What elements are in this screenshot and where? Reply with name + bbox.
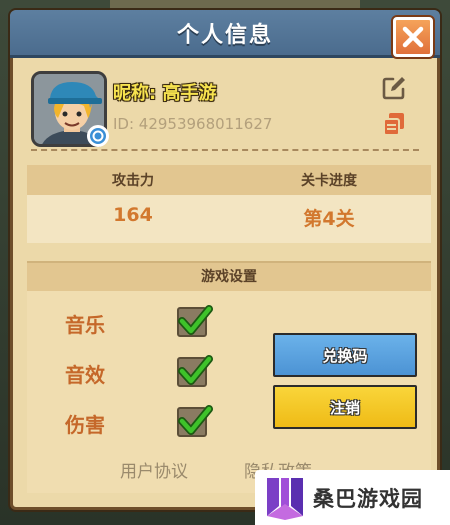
close-button[interactable] xyxy=(393,17,433,57)
sound-effects-label: 音效 xyxy=(65,363,105,387)
watermark: 桑巴游戏园 xyxy=(255,470,450,525)
backdrop-strip xyxy=(110,0,360,10)
progress-value: 第4关 xyxy=(303,208,355,230)
edit-icon[interactable] xyxy=(381,75,407,101)
copy-icon[interactable] xyxy=(381,111,407,137)
avatar-badge-icon xyxy=(87,125,109,147)
close-icon xyxy=(402,26,424,48)
redeem-code-button[interactable]: 兑换码 xyxy=(273,333,417,377)
settings-header: 游戏设置 xyxy=(27,263,431,291)
title-bar: 个人信息 xyxy=(10,10,440,58)
logout-button[interactable]: 注销 xyxy=(273,385,417,429)
watermark-logo-icon xyxy=(267,477,303,520)
attack-label: 攻击力 xyxy=(112,173,154,189)
player-id: ID: 42953968011627 xyxy=(113,115,273,133)
dialog-title: 个人信息 xyxy=(176,22,273,48)
damage-checkbox[interactable] xyxy=(177,405,213,437)
attack-value: 164 xyxy=(113,204,153,226)
settings-panel: 游戏设置 音乐 音效 伤害 兑换码 注销 xyxy=(27,261,431,493)
watermark-text: 桑巴游戏园 xyxy=(313,486,423,511)
music-label: 音乐 xyxy=(65,313,105,337)
checkmark-icon xyxy=(178,405,213,435)
section-divider xyxy=(31,149,419,151)
profile-dialog: 个人信息 昵称: 高手游 ID: 42953968011627 攻击力 关卡进度… xyxy=(10,10,440,510)
music-checkbox[interactable] xyxy=(177,305,213,337)
checkmark-icon xyxy=(178,305,213,335)
user-agreement-link[interactable]: 用户协议 xyxy=(120,457,188,482)
damage-label: 伤害 xyxy=(65,413,105,437)
checkmark-icon xyxy=(178,355,213,385)
stats-panel: 攻击力 关卡进度 164 第4关 xyxy=(27,165,431,243)
nickname: 昵称: 高手游 xyxy=(113,83,217,104)
progress-label: 关卡进度 xyxy=(301,173,357,189)
sound-effects-checkbox[interactable] xyxy=(177,355,213,387)
